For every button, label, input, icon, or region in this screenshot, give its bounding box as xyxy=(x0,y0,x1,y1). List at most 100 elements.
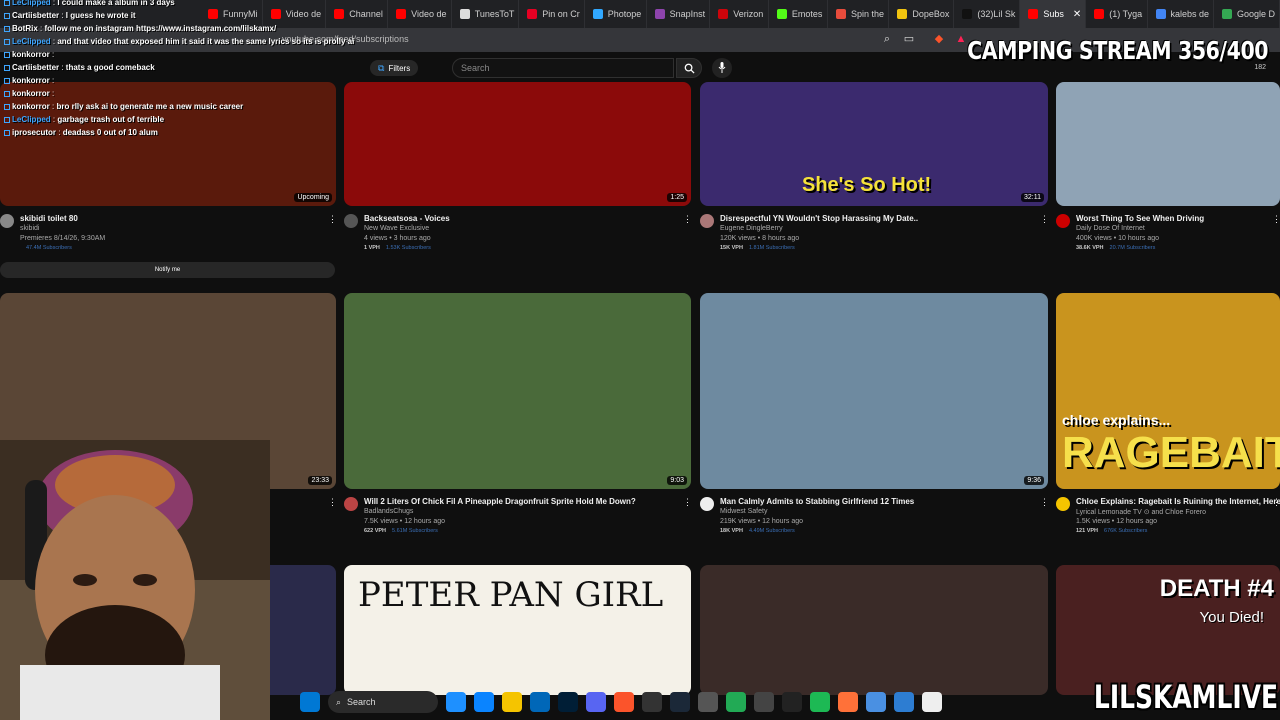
channel-avatar[interactable] xyxy=(344,497,358,511)
tab-favicon-icon xyxy=(459,9,470,19)
chat-message: iprosecutor : deadass 0 out of 10 alum xyxy=(4,128,158,137)
browser-tab[interactable]: Verizon xyxy=(710,0,769,28)
video-title[interactable]: Disrespectful YN Wouldn't Stop Harassing… xyxy=(720,214,918,223)
tab-favicon-icon xyxy=(718,9,729,19)
notepad-icon[interactable] xyxy=(866,692,886,712)
cast-icon[interactable]: ▭ xyxy=(902,32,916,46)
photoshop-icon[interactable] xyxy=(558,692,578,712)
video-title[interactable]: Chloe Explains: Ragebait Is Ruining the … xyxy=(1076,497,1280,506)
browser-tab[interactable]: Google D xyxy=(1214,0,1280,28)
browser-tab[interactable]: Channel xyxy=(326,0,389,28)
channel-name[interactable]: skibidi xyxy=(20,225,39,232)
browser-tab[interactable]: TunesToT xyxy=(452,0,520,28)
spotify-icon[interactable] xyxy=(810,692,830,712)
steam-icon[interactable] xyxy=(670,692,690,712)
chat-badge-icon xyxy=(4,116,10,123)
channel-name[interactable]: Daily Dose Of Internet xyxy=(1076,225,1145,232)
channel-name[interactable]: BadlandsChugs xyxy=(364,508,413,515)
channel-avatar[interactable] xyxy=(700,214,714,228)
stream-title-overlay: CAMPING STREAM 356/400 xyxy=(966,36,1268,65)
browser-tab[interactable]: Spin the xyxy=(828,0,890,28)
tab-label: DopeBox xyxy=(912,9,950,19)
rewards-icon[interactable]: ▲ xyxy=(954,32,968,46)
file-icon[interactable] xyxy=(922,692,942,712)
channel-name[interactable]: Lyrical Lemonade TV ⊙ and Chloe Forero xyxy=(1076,508,1206,516)
browser-tab[interactable]: (32)Lil Sk xyxy=(954,0,1021,28)
browser-tab[interactable]: Video de xyxy=(388,0,452,28)
browser-tab[interactable]: (1) Tyga xyxy=(1086,0,1148,28)
browser-tab[interactable]: kalebs de xyxy=(1148,0,1214,28)
filters-button[interactable]: ⧉ Filters xyxy=(370,60,419,76)
video-title[interactable]: skibidi toilet 80 xyxy=(20,214,78,223)
more-options-icon[interactable]: ⋮ xyxy=(328,214,337,225)
browser-tab[interactable]: Subs ✕ xyxy=(1020,0,1087,28)
browser-tab[interactable]: SnapInst xyxy=(647,0,711,28)
close-tab-icon[interactable]: ✕ xyxy=(1073,9,1081,20)
search-input[interactable]: Search xyxy=(452,58,674,78)
channel-name[interactable]: Eugene DingleBerry xyxy=(720,225,783,232)
subscriber-stat: 47.4M Subscribers xyxy=(26,245,72,251)
video-title[interactable]: Backseatsosa - Voices xyxy=(364,214,450,223)
browser-tab[interactable]: Emotes xyxy=(769,0,828,28)
video-title[interactable]: Will 2 Liters Of Chick Fil A Pineapple D… xyxy=(364,497,636,506)
search-button[interactable] xyxy=(676,58,702,78)
channel-avatar[interactable] xyxy=(0,214,14,228)
channel-avatar[interactable] xyxy=(700,497,714,511)
tab-favicon-icon xyxy=(1094,9,1105,19)
app-icon[interactable] xyxy=(698,692,718,712)
notify-me-button[interactable]: Notify me xyxy=(0,262,335,278)
edge-icon[interactable] xyxy=(474,692,494,712)
channel-avatar[interactable] xyxy=(1056,214,1070,228)
stats-line: 18K VPH 4.49M Subscribers xyxy=(720,528,795,534)
photos-icon[interactable] xyxy=(894,692,914,712)
more-options-icon[interactable]: ⋮ xyxy=(1040,497,1049,508)
video-title[interactable]: Worst Thing To See When Driving xyxy=(1076,214,1204,223)
more-options-icon[interactable]: ⋮ xyxy=(683,497,692,508)
video-title[interactable]: Man Calmly Admits to Stabbing Girlfriend… xyxy=(720,497,914,506)
tab-label: Photope xyxy=(607,9,642,19)
firefox-icon[interactable] xyxy=(838,692,858,712)
video-thumbnail[interactable] xyxy=(1056,82,1280,206)
video-thumbnail[interactable]: DEATH #4 You Died! xyxy=(1056,565,1280,695)
browser-tab[interactable]: Photope xyxy=(585,0,647,28)
tab-label: Google D xyxy=(1236,9,1276,19)
channel-avatar[interactable] xyxy=(344,214,358,228)
discord-icon[interactable] xyxy=(586,692,606,712)
subscriber-stat: 676K Subscribers xyxy=(1104,528,1148,534)
brave-icon[interactable] xyxy=(614,692,634,712)
4k-icon[interactable] xyxy=(754,692,774,712)
more-options-icon[interactable]: ⋮ xyxy=(328,497,337,508)
chat-username: konkorror xyxy=(12,102,50,111)
video-thumbnail[interactable]: 9:03 xyxy=(344,293,691,489)
browser-tab[interactable]: Pin on Cr xyxy=(519,0,585,28)
tab-favicon-icon xyxy=(527,9,538,19)
chat-badge-icon xyxy=(4,129,10,136)
capcut-icon[interactable] xyxy=(782,692,802,712)
browser-tab[interactable]: DopeBox xyxy=(889,0,955,28)
explorer-icon[interactable] xyxy=(502,692,522,712)
widgets-icon[interactable] xyxy=(446,692,466,712)
channel-name[interactable]: Midwest Safety xyxy=(720,508,767,515)
zoom-icon[interactable]: ⌕ xyxy=(880,32,894,46)
mic-button[interactable] xyxy=(712,58,732,78)
channel-name[interactable]: New Wave Exclusive xyxy=(364,225,429,232)
more-options-icon[interactable]: ⋮ xyxy=(1272,497,1280,508)
video-thumbnail[interactable]: Upcoming xyxy=(0,82,336,206)
video-thumbnail[interactable]: PETER PAN GIRL xyxy=(344,565,691,695)
more-options-icon[interactable]: ⋮ xyxy=(1040,214,1049,225)
view-count: 120K views • 8 hours ago xyxy=(720,235,800,242)
start-icon[interactable] xyxy=(300,692,320,712)
obs-icon[interactable] xyxy=(642,692,662,712)
taskbar-search[interactable]: ⌕ Search xyxy=(328,691,438,713)
video-thumbnail[interactable]: 1:25 xyxy=(344,82,691,206)
greenapp-icon[interactable] xyxy=(726,692,746,712)
more-options-icon[interactable]: ⋮ xyxy=(1272,214,1280,225)
video-thumbnail[interactable]: 9:36 xyxy=(700,293,1048,489)
video-thumbnail[interactable] xyxy=(700,565,1048,695)
more-options-icon[interactable]: ⋮ xyxy=(683,214,692,225)
tab-label: FunnyMi xyxy=(223,9,258,19)
vph-stat: 18K VPH xyxy=(720,528,743,534)
store-icon[interactable] xyxy=(530,692,550,712)
brave-shield-icon[interactable]: ◆ xyxy=(932,32,946,46)
channel-avatar[interactable] xyxy=(1056,497,1070,511)
